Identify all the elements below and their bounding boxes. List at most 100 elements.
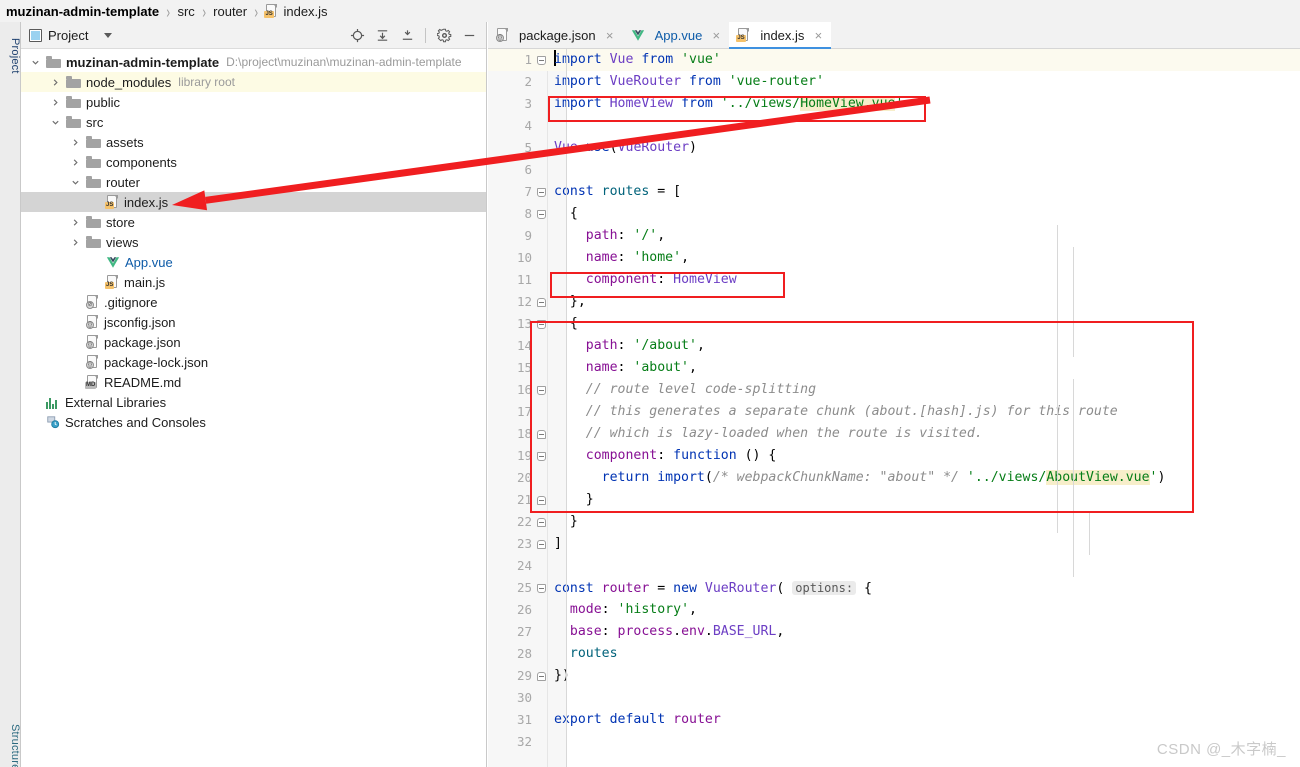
code-line[interactable]: 12 }, bbox=[488, 291, 1300, 313]
tree-item-router[interactable]: router bbox=[21, 172, 486, 192]
code-line[interactable]: 31 export default router bbox=[488, 709, 1300, 731]
fold-expand-icon[interactable] bbox=[532, 181, 550, 203]
chevron-right-icon[interactable] bbox=[49, 96, 62, 109]
chevron-down-icon[interactable] bbox=[69, 176, 82, 189]
sidebar-tab-structure[interactable]: Structure bbox=[0, 712, 21, 767]
code-line[interactable]: 15 name: 'about', bbox=[488, 357, 1300, 379]
editor-tab-package-json[interactable]: {} package.json × bbox=[488, 22, 623, 48]
code-line[interactable]: 16 // route level code-splitting bbox=[488, 379, 1300, 401]
tree-item--gitignore[interactable]: ⊘ .gitignore bbox=[21, 292, 486, 312]
fold-collapse-icon[interactable] bbox=[532, 665, 550, 687]
tree-item-readme-md[interactable]: MD README.md bbox=[21, 372, 486, 392]
fold-expand-icon[interactable] bbox=[532, 203, 550, 225]
fold-collapse-icon[interactable] bbox=[532, 533, 550, 555]
code-line[interactable]: 19 component: function () { bbox=[488, 445, 1300, 467]
fold-expand-icon[interactable] bbox=[532, 49, 550, 71]
tree-item-node-modules[interactable]: node_modules library root bbox=[21, 72, 486, 92]
fold-expand-icon[interactable] bbox=[532, 313, 550, 335]
chevron-down-icon[interactable] bbox=[104, 32, 113, 38]
tree-item-package-lock-json[interactable]: {} package-lock.json bbox=[21, 352, 486, 372]
chevron-down-icon[interactable] bbox=[49, 116, 62, 129]
code-line[interactable]: 8 { bbox=[488, 203, 1300, 225]
fold-collapse-icon[interactable] bbox=[532, 423, 550, 445]
tree-item-public[interactable]: public bbox=[21, 92, 486, 112]
chevron-right-icon[interactable] bbox=[49, 76, 62, 89]
tree-item-jsconfig-json[interactable]: {} jsconfig.json bbox=[21, 312, 486, 332]
tree-item-views[interactable]: views bbox=[21, 232, 486, 252]
collapse-all-icon[interactable] bbox=[396, 25, 418, 47]
indent-guide bbox=[1073, 379, 1074, 577]
tree-item-components[interactable]: components bbox=[21, 152, 486, 172]
code-line[interactable]: 26 mode: 'history', bbox=[488, 599, 1300, 621]
code-line[interactable]: 29}) bbox=[488, 665, 1300, 687]
tree-item-main-js[interactable]: JS main.js bbox=[21, 272, 486, 292]
breadcrumb-item-project[interactable]: muzinan-admin-template bbox=[6, 4, 159, 19]
gear-icon[interactable] bbox=[433, 25, 455, 47]
code-line[interactable]: 20 return import(/* webpackChunkName: "a… bbox=[488, 467, 1300, 489]
code-line[interactable]: 27 base: process.env.BASE_URL, bbox=[488, 621, 1300, 643]
code-line[interactable]: 6 bbox=[488, 159, 1300, 181]
tree-item-muzinan-admin-template[interactable]: muzinan-admin-template D:\project\muzinan… bbox=[21, 52, 486, 72]
chevron-right-icon[interactable] bbox=[69, 236, 82, 249]
breadcrumb-item-src[interactable]: src bbox=[177, 4, 194, 19]
fold-collapse-icon[interactable] bbox=[532, 489, 550, 511]
code-line[interactable]: 11 component: HomeView bbox=[488, 269, 1300, 291]
tree-item-assets[interactable]: assets bbox=[21, 132, 486, 152]
close-icon[interactable]: × bbox=[812, 29, 824, 42]
fold-expand-icon[interactable] bbox=[532, 577, 550, 599]
code-line[interactable]: 17 // this generates a separate chunk (a… bbox=[488, 401, 1300, 423]
tree-item-app-vue[interactable]: App.vue bbox=[21, 252, 486, 272]
code-text: routes bbox=[569, 646, 618, 661]
tree-item-store[interactable]: store bbox=[21, 212, 486, 232]
tree-item-label: views bbox=[106, 234, 139, 250]
code-line[interactable]: 23] bbox=[488, 533, 1300, 555]
code-line[interactable]: 2 import VueRouter from 'vue-router' bbox=[488, 71, 1300, 93]
code-line[interactable]: 9 path: '/', bbox=[488, 225, 1300, 247]
breadcrumb-item-indexjs[interactable]: JS index.js bbox=[264, 4, 328, 19]
fold-collapse-icon[interactable] bbox=[532, 291, 550, 313]
code-line[interactable]: 22 } bbox=[488, 511, 1300, 533]
chevron-right-icon[interactable] bbox=[69, 216, 82, 229]
tree-item-src[interactable]: src bbox=[21, 112, 486, 132]
close-icon[interactable]: × bbox=[604, 29, 616, 42]
line-number: 13 bbox=[516, 316, 532, 331]
expand-all-icon[interactable] bbox=[371, 25, 393, 47]
project-tree[interactable]: muzinan-admin-template D:\project\muzinan… bbox=[21, 49, 486, 432]
tree-item-scratches-and-consoles[interactable]: Scratches and Consoles bbox=[21, 412, 486, 432]
line-number: 11 bbox=[516, 272, 532, 287]
chevron-right-icon[interactable] bbox=[69, 136, 82, 149]
code-line[interactable]: 25 const router = new VueRouter( options:… bbox=[488, 577, 1300, 599]
editor-tab-index-js[interactable]: JS index.js × bbox=[729, 22, 832, 49]
minimize-icon[interactable] bbox=[458, 25, 480, 47]
tree-item-package-json[interactable]: {} package.json bbox=[21, 332, 486, 352]
code-line[interactable]: 10 name: 'home', bbox=[488, 247, 1300, 269]
sidebar-tab-project[interactable]: Project bbox=[0, 26, 21, 86]
code-line[interactable]: 28 routes bbox=[488, 643, 1300, 665]
fold-collapse-icon[interactable] bbox=[532, 511, 550, 533]
code-line[interactable]: 1 import Vue from 'vue' bbox=[488, 49, 1300, 71]
code-line[interactable]: 13 { bbox=[488, 313, 1300, 335]
breadcrumb-item-router[interactable]: router bbox=[213, 4, 247, 19]
chevron-down-icon[interactable] bbox=[29, 56, 42, 69]
code-line[interactable]: 3 import HomeView from '../views/HomeView… bbox=[488, 93, 1300, 115]
code-line[interactable]: 4 bbox=[488, 115, 1300, 137]
code-line[interactable]: 14 path: '/about', bbox=[488, 335, 1300, 357]
code-line[interactable]: 7 const routes = [ bbox=[488, 181, 1300, 203]
code-line[interactable]: 5 Vue.use(VueRouter) bbox=[488, 137, 1300, 159]
code-editor[interactable]: 1 import Vue from 'vue' 2 import VueRouter … bbox=[488, 49, 1300, 767]
code-line[interactable]: 21 } bbox=[488, 489, 1300, 511]
tree-item-label: Scratches and Consoles bbox=[65, 414, 206, 430]
close-icon[interactable]: × bbox=[710, 29, 722, 42]
tree-item-index-js[interactable]: JS index.js bbox=[21, 192, 486, 212]
chevron-right-icon[interactable] bbox=[69, 156, 82, 169]
tree-item-external-libraries[interactable]: External Libraries bbox=[21, 392, 486, 412]
fold-expand-icon[interactable] bbox=[532, 445, 550, 467]
code-line[interactable]: 18 // which is lazy-loaded when the rout… bbox=[488, 423, 1300, 445]
editor-tab-app-vue[interactable]: App.vue × bbox=[623, 22, 730, 48]
fold-expand-icon[interactable] bbox=[532, 379, 550, 401]
code-line[interactable]: 24 bbox=[488, 555, 1300, 577]
locate-icon[interactable] bbox=[346, 25, 368, 47]
code-line[interactable]: 30 bbox=[488, 687, 1300, 709]
code-content[interactable]: 1 import Vue from 'vue' 2 import VueRouter … bbox=[488, 49, 1300, 767]
tool-window-strip: Project Structure bbox=[0, 22, 21, 767]
